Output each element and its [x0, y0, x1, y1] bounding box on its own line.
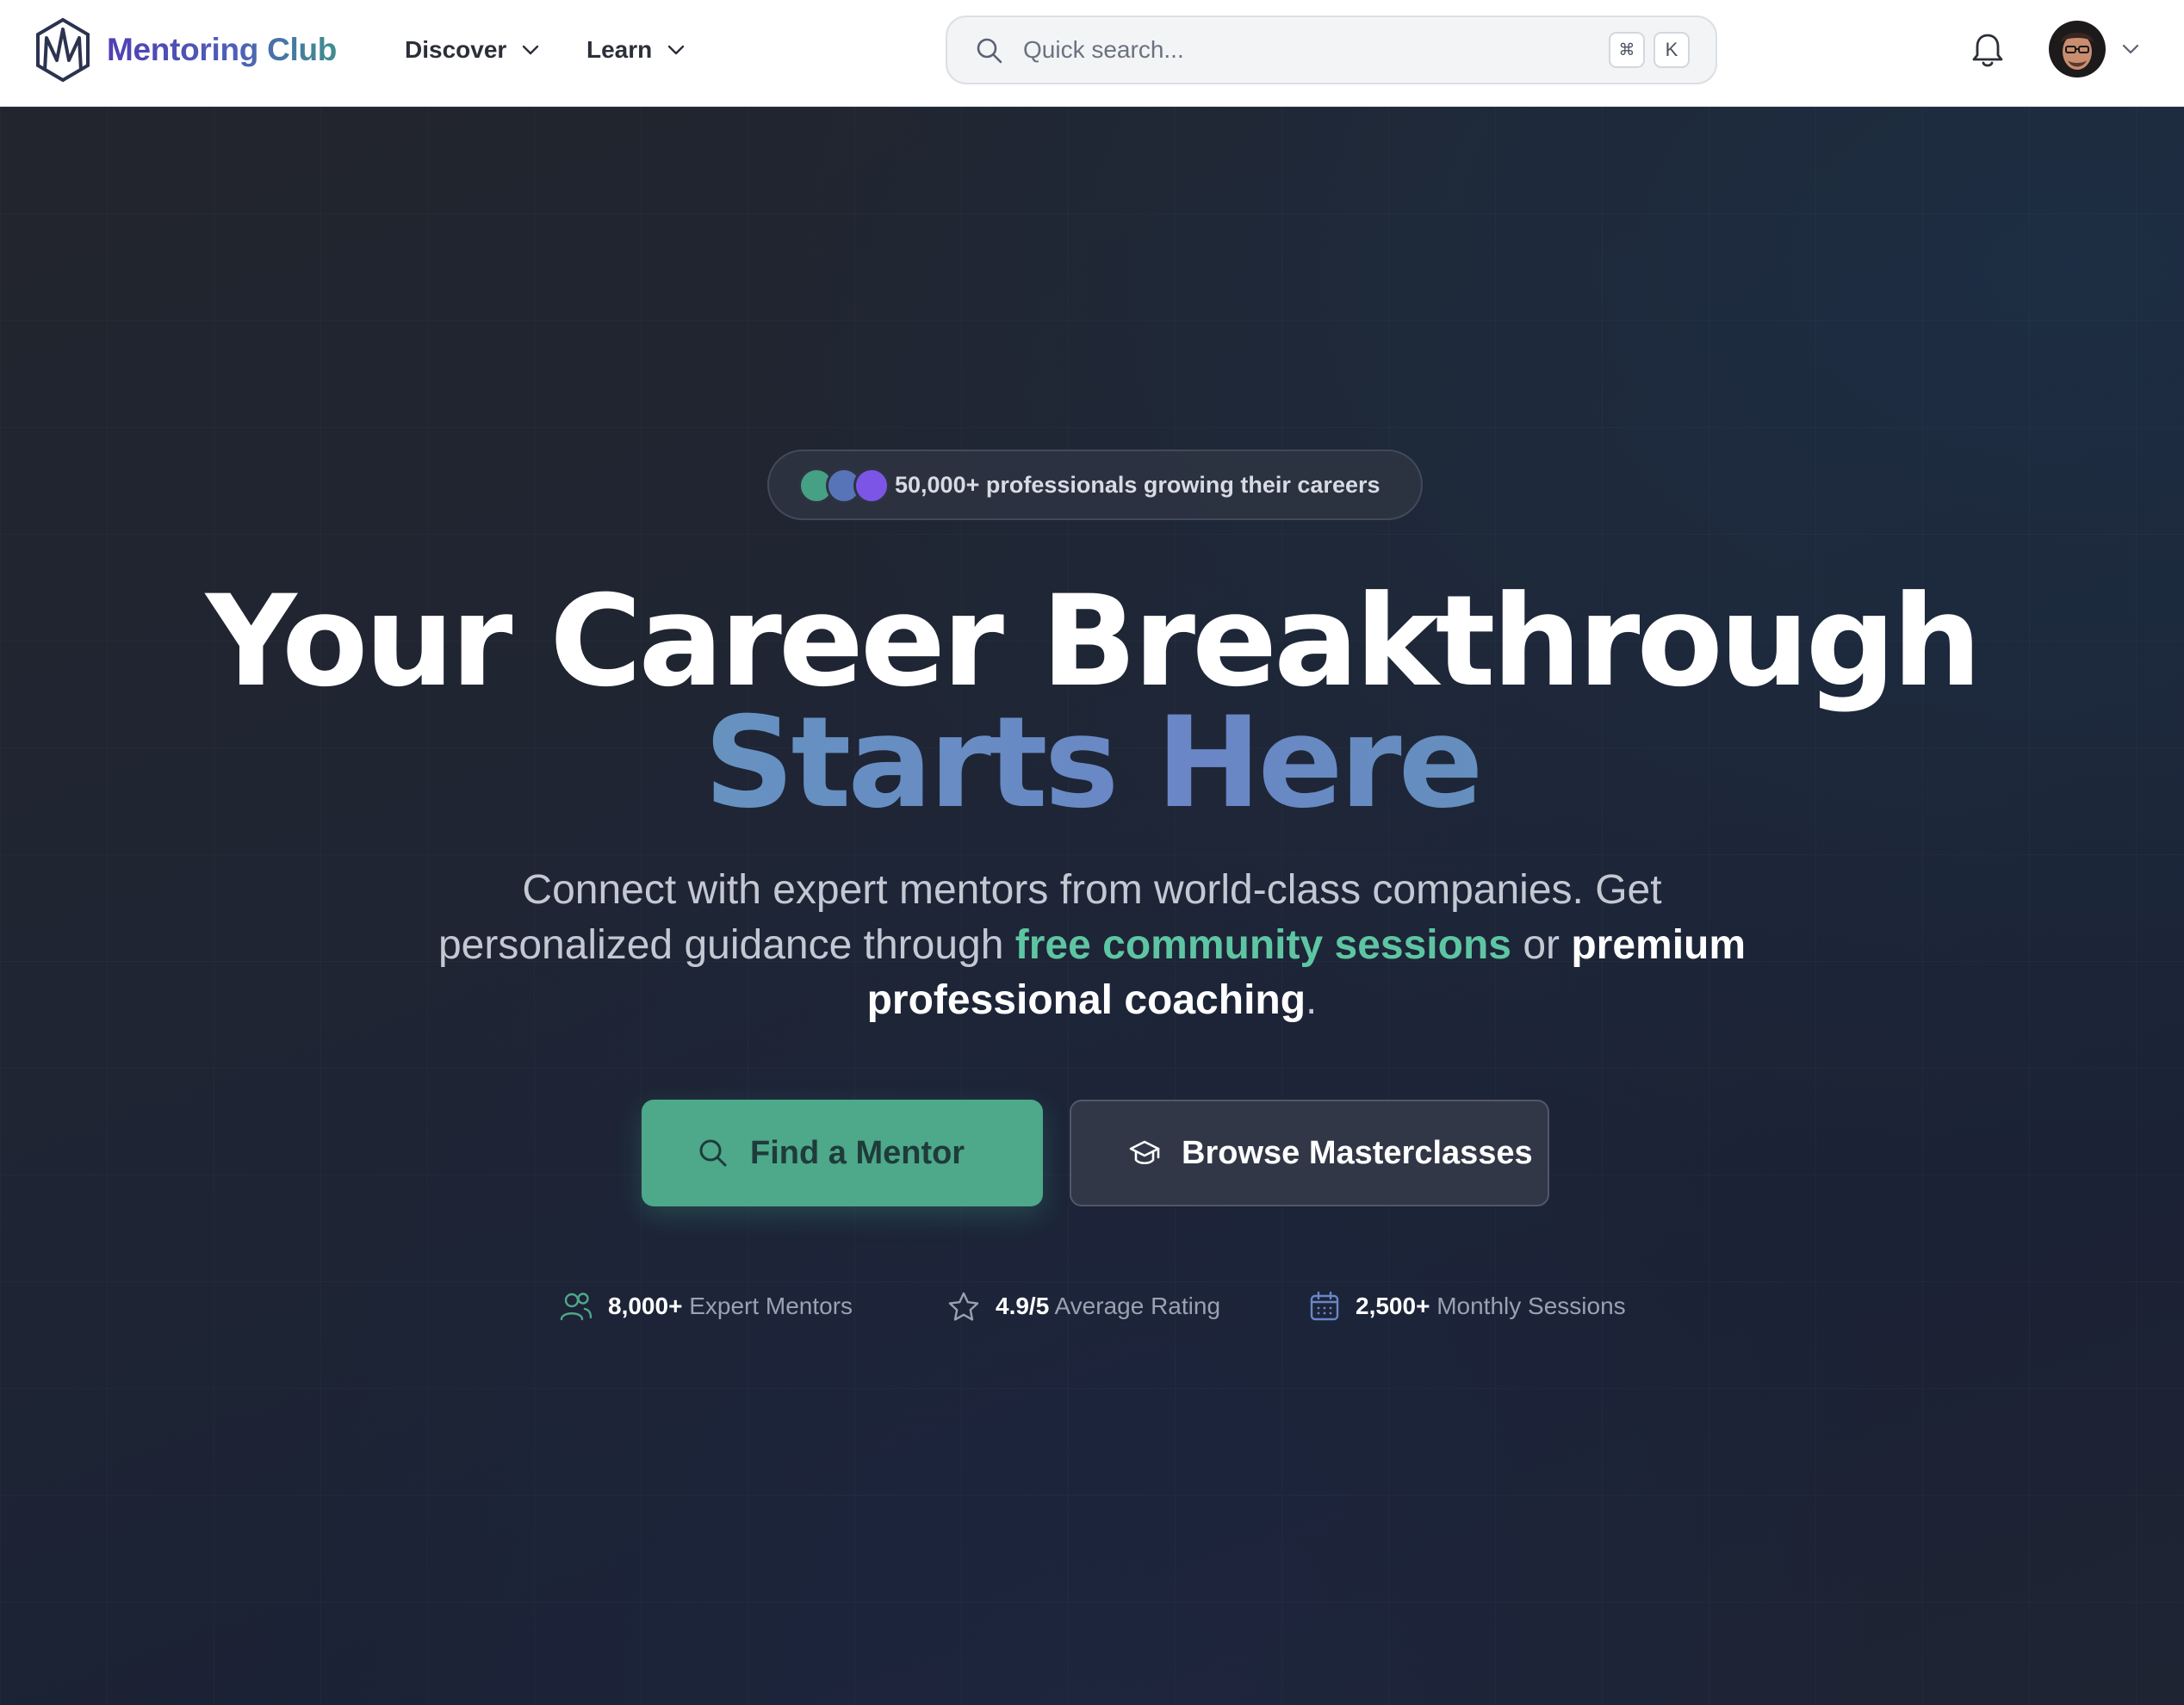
- avatar[interactable]: [2049, 21, 2106, 78]
- stat-label: 4.9/5 Average Rating: [996, 1293, 1220, 1320]
- nav-learn-label: Learn: [586, 36, 653, 63]
- hero-title-line1: Your Career Breakthrough: [205, 568, 1982, 715]
- stat-caption: Monthly Sessions: [1436, 1293, 1626, 1319]
- search-icon: [977, 38, 1002, 64]
- mentoring-club-logo-icon: [36, 17, 90, 83]
- subtitle-highlight-free: free community sessions: [1014, 922, 1511, 968]
- stat-label: 2,500+ Monthly Sessions: [1356, 1293, 1626, 1320]
- chevron-down-icon[interactable]: [2120, 39, 2141, 59]
- user-photo-icon: [2049, 21, 2106, 78]
- avatar-stack: [798, 466, 902, 504]
- shortcut-letter-key: K: [1654, 32, 1690, 68]
- nav-discover-menu[interactable]: Discover: [405, 33, 541, 67]
- find-mentor-button[interactable]: Find a Mentor: [642, 1100, 1043, 1206]
- search-input[interactable]: [1023, 17, 1540, 83]
- stat-caption: Average Rating: [1054, 1293, 1221, 1319]
- find-mentor-label: Find a Mentor: [750, 1134, 965, 1171]
- browse-masterclasses-button[interactable]: Browse Masterclasses: [1070, 1100, 1549, 1206]
- hero-subtitle: Connect with expert mentors from world-c…: [403, 863, 1781, 1028]
- bell-icon[interactable]: [1970, 31, 2005, 69]
- stat-caption: Expert Mentors: [689, 1293, 853, 1319]
- stat-value: 4.9/5: [996, 1293, 1050, 1319]
- subtitle-text: .: [1306, 977, 1318, 1023]
- search-icon: [699, 1139, 727, 1167]
- browse-masterclasses-label: Browse Masterclasses: [1182, 1134, 1533, 1171]
- stat-monthly-sessions: 2,500+ Monthly Sessions: [1309, 1285, 1626, 1328]
- stat-expert-mentors: 8,000+ Expert Mentors: [560, 1285, 853, 1328]
- subtitle-text: or: [1511, 922, 1572, 968]
- brand-logo-link[interactable]: Mentoring Club: [34, 17, 337, 83]
- nav-discover-label: Discover: [405, 36, 507, 63]
- hero-title-line2: Starts Here: [0, 700, 2184, 826]
- social-proof-badge: 50,000+ professionals growing their care…: [767, 450, 1423, 520]
- users-icon: [560, 1293, 593, 1321]
- stat-value: 2,500+: [1356, 1293, 1430, 1319]
- badge-text: 50,000+ professionals growing their care…: [895, 471, 1381, 498]
- shortcut-modifier-key: ⌘: [1609, 32, 1645, 68]
- brand-name: Mentoring Club: [107, 32, 338, 67]
- star-icon: [948, 1292, 979, 1321]
- stat-label: 8,000+ Expert Mentors: [608, 1293, 853, 1320]
- chevron-down-icon: [523, 45, 539, 55]
- calendar-icon: [1310, 1291, 1339, 1321]
- stat-average-rating: 4.9/5 Average Rating: [947, 1285, 1220, 1328]
- top-navbar: Mentoring Club Discover Learn ⌘ K: [0, 0, 2184, 107]
- nav-learn-menu[interactable]: Learn: [586, 33, 686, 67]
- chevron-down-icon: [668, 45, 685, 55]
- graduation-cap-icon: [1129, 1140, 1160, 1165]
- stat-value: 8,000+: [608, 1293, 683, 1319]
- avatar-dot: [853, 468, 890, 504]
- quick-search-bar[interactable]: ⌘ K: [946, 16, 1717, 84]
